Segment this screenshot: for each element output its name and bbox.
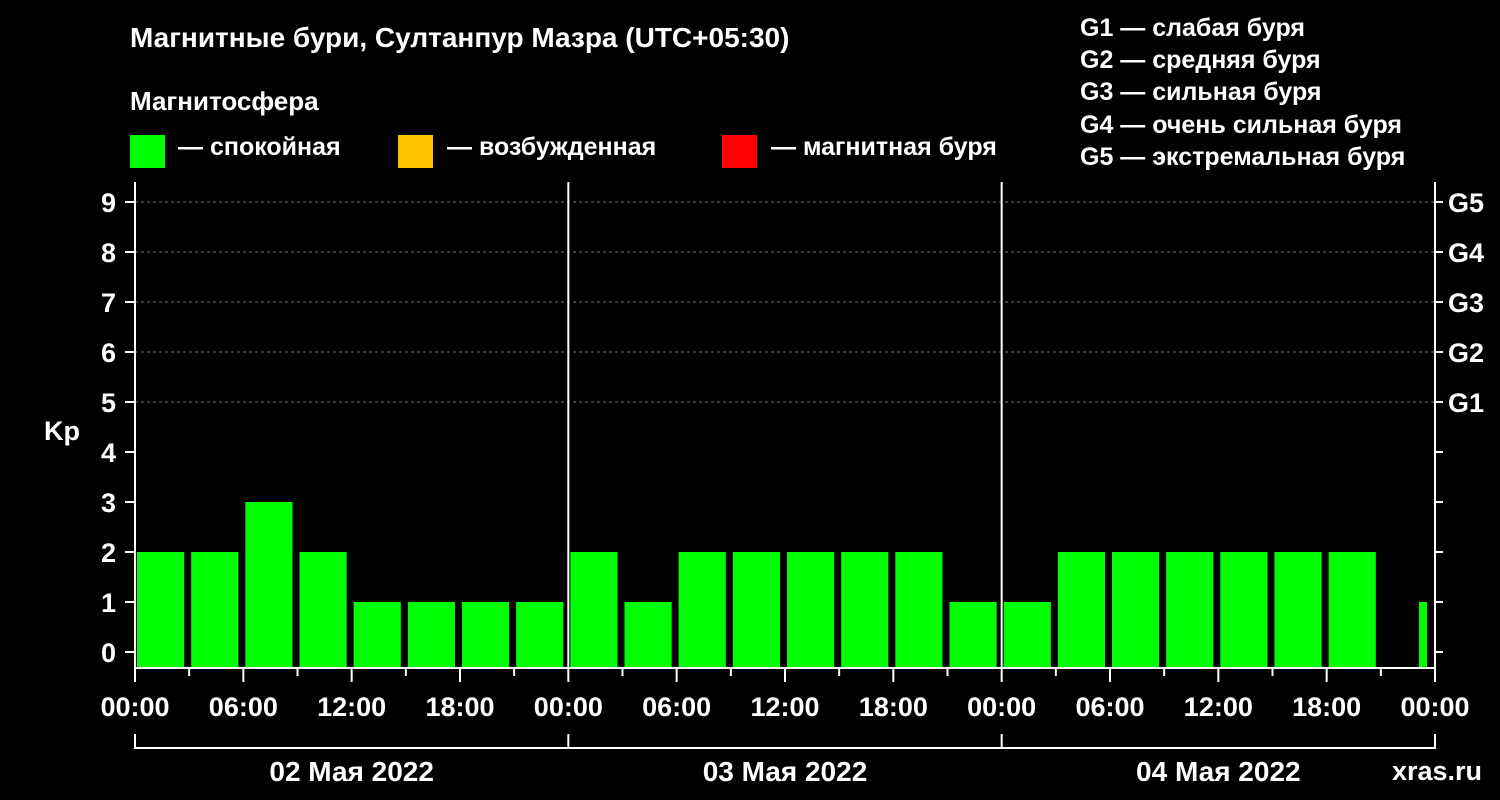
g-tick-label: G1 xyxy=(1448,388,1484,418)
kp-bar xyxy=(787,552,835,668)
kp-bar xyxy=(516,602,564,668)
kp-bar xyxy=(570,552,618,668)
day-label: 03 Мая 2022 xyxy=(703,756,868,787)
y-tick-label: 1 xyxy=(101,588,116,618)
y-tick-label: 5 xyxy=(101,388,116,418)
y-tick-label: 2 xyxy=(101,538,116,568)
x-tick-label: 12:00 xyxy=(750,692,819,722)
x-tick-label: 18:00 xyxy=(425,692,494,722)
kp-bar xyxy=(895,552,943,668)
y-tick-label: 6 xyxy=(101,338,116,368)
x-tick-label: 06:00 xyxy=(1075,692,1144,722)
kp-bar xyxy=(732,552,780,668)
day-label: 04 Мая 2022 xyxy=(1136,756,1301,787)
y-tick-label: 9 xyxy=(101,188,116,218)
x-tick-label: 12:00 xyxy=(317,692,386,722)
kp-bar xyxy=(1220,552,1268,668)
x-tick-label: 18:00 xyxy=(1292,692,1361,722)
y-tick-label: 0 xyxy=(101,638,116,668)
y-tick-label: 4 xyxy=(101,438,116,468)
kp-bar xyxy=(1274,552,1322,668)
kp-bar xyxy=(1112,552,1160,668)
kp-bar xyxy=(299,552,347,668)
x-tick-label: 12:00 xyxy=(1184,692,1253,722)
kp-bar xyxy=(353,602,401,668)
y-axis-label: Kp xyxy=(44,416,80,446)
g-tick-label: G4 xyxy=(1448,238,1484,268)
kp-chart: 0 1 2 3 4 5 6 7 8 9 G1 G2 G3 G4 G5 Kp 00:00 06:00 12:00 18:… xyxy=(44,182,1484,787)
x-tick-label: 18:00 xyxy=(859,692,928,722)
kp-bar xyxy=(1003,602,1051,668)
kp-bar xyxy=(245,502,293,668)
kp-bar xyxy=(462,602,510,668)
y-tick-label: 7 xyxy=(101,288,116,318)
kp-bar xyxy=(1328,552,1376,668)
kp-bar xyxy=(407,602,455,668)
g-tick-label: G2 xyxy=(1448,338,1484,368)
kp-bar xyxy=(624,602,672,668)
kp-bar xyxy=(1057,552,1105,668)
y-tick-label: 3 xyxy=(101,488,116,518)
g-tick-label: G5 xyxy=(1448,188,1484,218)
day-label: 02 Мая 2022 xyxy=(269,756,434,787)
kp-bar xyxy=(1166,552,1214,668)
x-tick-label: 00:00 xyxy=(1400,692,1469,722)
kp-bar xyxy=(949,602,997,668)
y-tick-label: 8 xyxy=(101,238,116,268)
x-tick-label: 00:00 xyxy=(100,692,169,722)
g-tick-label: G3 xyxy=(1448,288,1484,318)
kp-bar xyxy=(137,552,185,668)
x-tick-label: 06:00 xyxy=(209,692,278,722)
x-tick-label: 00:00 xyxy=(534,692,603,722)
kp-bar xyxy=(841,552,889,668)
x-tick-label: 06:00 xyxy=(642,692,711,722)
watermark: xras.ru xyxy=(1392,756,1482,786)
kp-bar xyxy=(191,552,239,668)
x-tick-label: 00:00 xyxy=(967,692,1036,722)
kp-bar xyxy=(678,552,726,668)
kp-bar xyxy=(1418,602,1427,668)
